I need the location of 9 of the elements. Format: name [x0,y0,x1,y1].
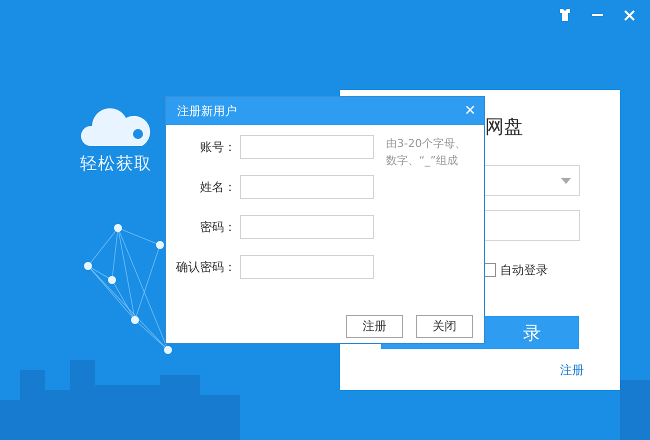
auto-login-label: 自动登录 [500,262,548,279]
slogan-text: 轻松获取 [80,153,153,175]
field-label: 姓名： [199,178,236,196]
field-label: 确认密码： [175,258,236,276]
dialog-title: 注册新用户 [177,102,237,120]
hint-text: 由3-20个字母、数字、“_”组成 [386,136,466,169]
field-label: 密码： [199,218,236,236]
field-label: 账号： [199,138,236,156]
card-title: 网盘 [485,115,523,140]
